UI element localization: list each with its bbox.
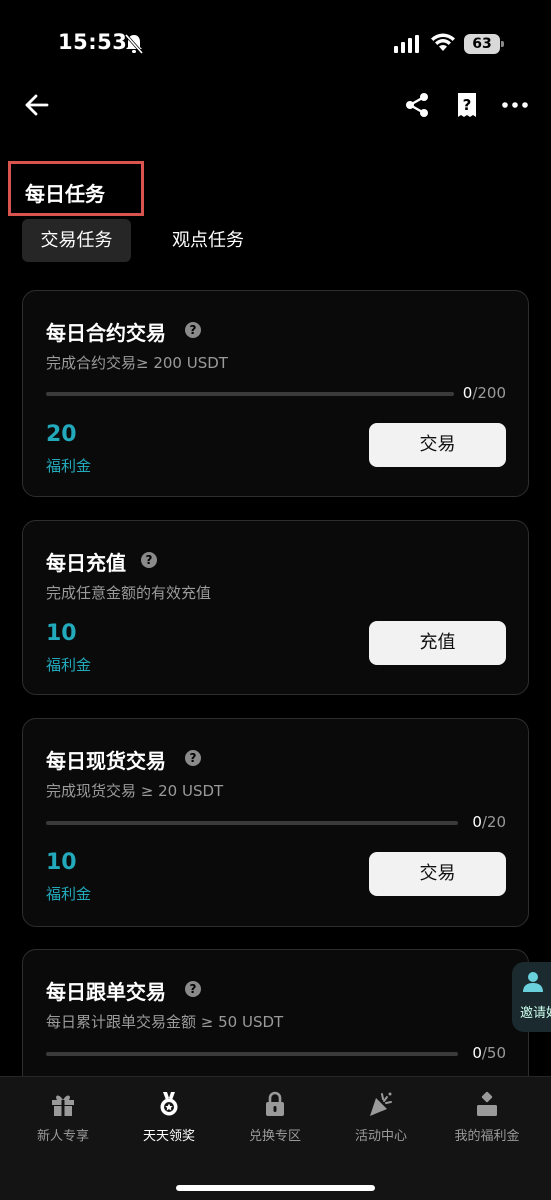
task-title: 每日合约交易 xyxy=(46,321,166,345)
rules-help-icon[interactable]: ? xyxy=(455,92,479,118)
progress-text: 0/20 xyxy=(472,813,506,831)
task-card-deposit: 每日充值 ? 完成任意金额的有效充值 10 福利金 充值 xyxy=(22,520,529,695)
coin-stack-icon xyxy=(477,1091,497,1116)
invite-label: 邀请好 xyxy=(520,1006,551,1021)
progress-bar xyxy=(46,821,458,825)
battery-level: 63 xyxy=(464,34,500,54)
tabbar-label: 天天领奖 xyxy=(142,1129,195,1144)
invite-friends-float-button[interactable]: 邀请好 xyxy=(512,962,551,1032)
party-popper-icon xyxy=(370,1092,392,1116)
bottom-tab-bar: 新人专享 天天领奖 兑换专区 活动中心 我的福利金 xyxy=(0,1076,551,1200)
progress-text: 0/200 xyxy=(462,384,506,402)
section-title-highlight: 每日任务 xyxy=(8,161,144,216)
task-description: 完成任意金额的有效充值 xyxy=(46,584,212,602)
gift-icon xyxy=(52,1095,74,1116)
status-bar: 15:53 63 xyxy=(0,0,551,80)
question-icon[interactable]: ? xyxy=(185,322,201,338)
tabbar-item-newcomer[interactable]: 新人专享 xyxy=(8,1091,118,1151)
battery-indicator: 63 xyxy=(464,34,504,54)
trade-button[interactable]: 交易 xyxy=(369,852,506,896)
reward-label: 福利金 xyxy=(46,885,92,903)
tabbar-item-redeem[interactable]: 兑换专区 xyxy=(220,1091,330,1151)
reward-amount: 10 xyxy=(46,621,77,646)
reward-amount: 10 xyxy=(46,850,77,875)
bell-off-icon xyxy=(124,34,144,54)
progress-bar xyxy=(46,392,454,396)
reward-label: 福利金 xyxy=(46,656,92,674)
task-title: 每日现货交易 xyxy=(46,749,166,773)
tabbar-label: 活动中心 xyxy=(354,1129,407,1144)
status-time: 15:53 xyxy=(58,30,128,54)
task-title: 每日跟单交易 xyxy=(46,980,166,1004)
task-description: 完成现货交易 ≥ 20 USDT xyxy=(46,782,224,800)
task-description: 每日累计跟单交易金额 ≥ 50 USDT xyxy=(46,1013,284,1031)
lock-bag-icon xyxy=(266,1091,284,1116)
task-description: 完成合约交易≥ 200 USDT xyxy=(46,354,228,372)
reward-label: 福利金 xyxy=(46,457,92,475)
share-icon[interactable] xyxy=(404,92,430,118)
tabbar-item-my-bonus[interactable]: 我的福利金 xyxy=(432,1091,542,1151)
tabbar-label: 兑换专区 xyxy=(248,1129,301,1144)
more-options-icon[interactable] xyxy=(502,100,528,110)
tab-trading-tasks[interactable]: 交易任务 xyxy=(22,219,131,262)
task-card-spot: 每日现货交易 ? 完成现货交易 ≥ 20 USDT 0/20 10 福利金 交易 xyxy=(22,718,529,927)
progress-bar xyxy=(46,1052,458,1056)
tab-opinion-tasks[interactable]: 观点任务 xyxy=(152,219,264,262)
cellular-signal-icon xyxy=(394,35,419,53)
question-icon[interactable]: ? xyxy=(185,750,201,766)
tabbar-label: 新人专享 xyxy=(36,1129,89,1144)
back-arrow-icon[interactable] xyxy=(24,92,50,118)
medal-icon xyxy=(160,1092,178,1116)
user-icon xyxy=(523,972,543,992)
trade-button[interactable]: 交易 xyxy=(369,423,506,467)
page-title: 每日任务 xyxy=(25,182,105,206)
battery-tip xyxy=(501,41,504,47)
tabbar-item-activity-center[interactable]: 活动中心 xyxy=(326,1091,436,1151)
task-title: 每日充值 xyxy=(46,551,126,575)
task-card-futures: 每日合约交易 ? 完成合约交易≥ 200 USDT 0/200 20 福利金 交… xyxy=(22,290,529,497)
reward-amount: 20 xyxy=(46,422,77,447)
progress-text: 0/50 xyxy=(472,1044,506,1062)
tabbar-label: 我的福利金 xyxy=(454,1129,520,1144)
question-icon[interactable]: ? xyxy=(141,552,157,568)
question-icon[interactable]: ? xyxy=(185,981,201,997)
tabbar-item-daily-rewards[interactable]: 天天领奖 xyxy=(114,1091,224,1151)
svg-text:?: ? xyxy=(463,96,472,114)
deposit-button[interactable]: 充值 xyxy=(369,621,506,665)
home-indicator xyxy=(176,1185,375,1191)
wifi-icon xyxy=(431,33,455,51)
